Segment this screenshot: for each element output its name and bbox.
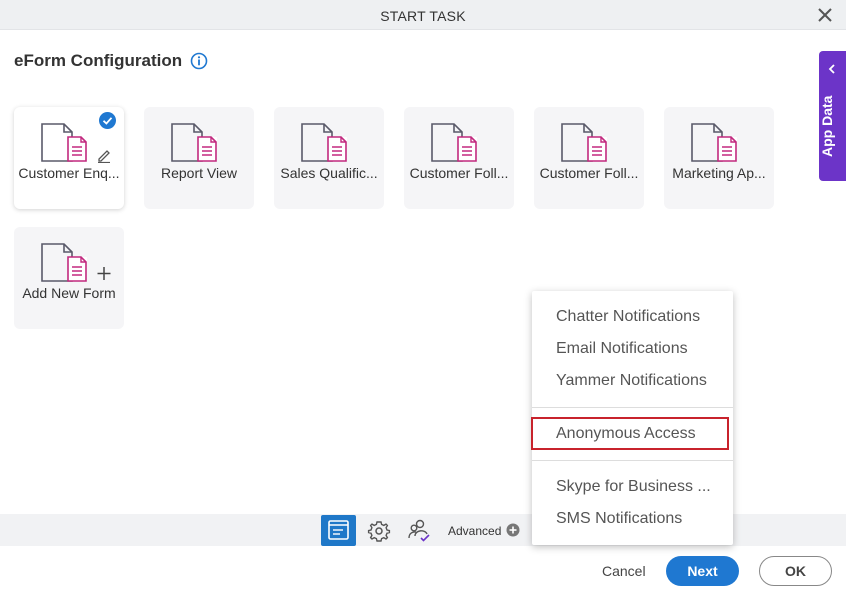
gear-icon bbox=[367, 521, 391, 542]
eform-icon bbox=[300, 123, 350, 163]
menu-item-email-notifications[interactable]: Email Notifications bbox=[556, 340, 688, 358]
form-tile-customer-enquiry[interactable]: Customer Enq... bbox=[14, 107, 124, 209]
form-icon bbox=[328, 520, 349, 540]
form-tile-marketing-approval[interactable]: Marketing Ap... bbox=[664, 107, 774, 209]
app-data-panel-toggle[interactable]: App Data bbox=[819, 51, 846, 181]
eform-icon bbox=[40, 123, 90, 163]
next-button[interactable]: Next bbox=[666, 556, 739, 586]
eform-icon bbox=[170, 123, 220, 163]
page-title: eForm Configuration bbox=[14, 51, 183, 70]
menu-item-yammer-notifications[interactable]: Yammer Notifications bbox=[556, 372, 707, 390]
eform-icon bbox=[430, 123, 480, 163]
form-tile-label: Customer Foll... bbox=[539, 165, 639, 181]
form-designer-button[interactable] bbox=[321, 515, 356, 546]
close-icon[interactable] bbox=[816, 6, 834, 24]
user-check-icon bbox=[408, 519, 430, 542]
chevron-left-icon bbox=[828, 64, 835, 74]
menu-item-sms-notifications[interactable]: SMS Notifications bbox=[556, 510, 682, 528]
add-new-form-label: Add New Form bbox=[22, 285, 116, 301]
check-icon bbox=[99, 112, 116, 129]
advanced-label[interactable]: Advanced bbox=[448, 524, 501, 538]
settings-button[interactable] bbox=[365, 516, 393, 544]
menu-item-skype-for-business[interactable]: Skype for Business ... bbox=[556, 478, 711, 496]
edit-icon[interactable] bbox=[96, 147, 112, 163]
menu-item-chatter-notifications[interactable]: Chatter Notifications bbox=[556, 308, 700, 326]
ok-button[interactable]: OK bbox=[759, 556, 832, 586]
form-tile-label: Customer Foll... bbox=[409, 165, 509, 181]
menu-divider bbox=[532, 407, 733, 408]
form-tile-report-view[interactable]: Report View bbox=[144, 107, 254, 209]
app-data-label: App Data bbox=[819, 95, 835, 157]
page-heading: eForm Configuration bbox=[14, 51, 208, 71]
form-tile-label: Sales Qualific... bbox=[280, 165, 378, 181]
eform-icon bbox=[690, 123, 740, 163]
window-title: START TASK bbox=[380, 8, 466, 24]
form-tile-sales-qualification[interactable]: Sales Qualific... bbox=[274, 107, 384, 209]
plus-circle-icon[interactable] bbox=[506, 523, 520, 537]
form-tile-label: Report View bbox=[160, 165, 237, 181]
eform-icon bbox=[40, 243, 90, 283]
participants-button[interactable] bbox=[405, 516, 433, 544]
add-new-form-tile[interactable]: Add New Form bbox=[14, 227, 124, 329]
info-icon[interactable] bbox=[190, 52, 208, 70]
plus-icon bbox=[97, 267, 111, 280]
form-tile-label: Customer Enq... bbox=[18, 165, 120, 181]
eform-icon bbox=[560, 123, 610, 163]
form-tile-customer-followup-2[interactable]: Customer Foll... bbox=[534, 107, 644, 209]
cancel-button[interactable]: Cancel bbox=[602, 563, 646, 579]
menu-divider bbox=[532, 460, 733, 461]
menu-item-anonymous-access[interactable]: Anonymous Access bbox=[556, 425, 696, 443]
title-bar: START TASK bbox=[0, 0, 846, 30]
advanced-menu: Chatter Notifications Email Notification… bbox=[531, 291, 733, 545]
form-tile-label: Marketing Ap... bbox=[672, 165, 766, 181]
form-tile-customer-followup-1[interactable]: Customer Foll... bbox=[404, 107, 514, 209]
